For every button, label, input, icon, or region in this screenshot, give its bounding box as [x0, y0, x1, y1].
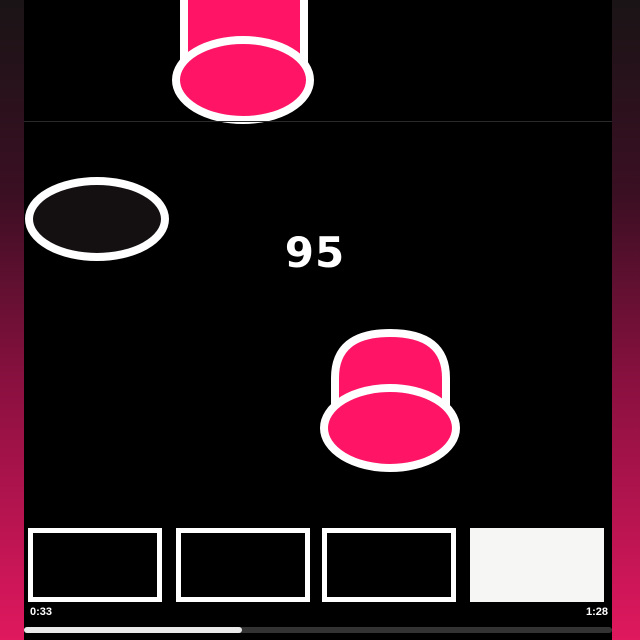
tile-1[interactable] — [28, 528, 162, 602]
game-frame: 95 0:33 1:28 — [24, 0, 612, 640]
top-pink-piece — [172, 0, 314, 124]
lower-pink-piece — [320, 328, 460, 472]
elapsed-time: 0:33 — [30, 606, 53, 618]
tile-3[interactable] — [322, 528, 456, 602]
tile-row — [28, 528, 612, 606]
horizon-line — [24, 121, 612, 122]
duration-time: 1:28 — [585, 606, 608, 618]
dark-hole — [25, 177, 169, 261]
video-progress-fill — [24, 627, 242, 633]
video-progress-bar[interactable] — [24, 627, 612, 633]
score-display: 95 — [284, 228, 346, 277]
tile-4[interactable] — [470, 528, 604, 602]
tile-2[interactable] — [176, 528, 310, 602]
